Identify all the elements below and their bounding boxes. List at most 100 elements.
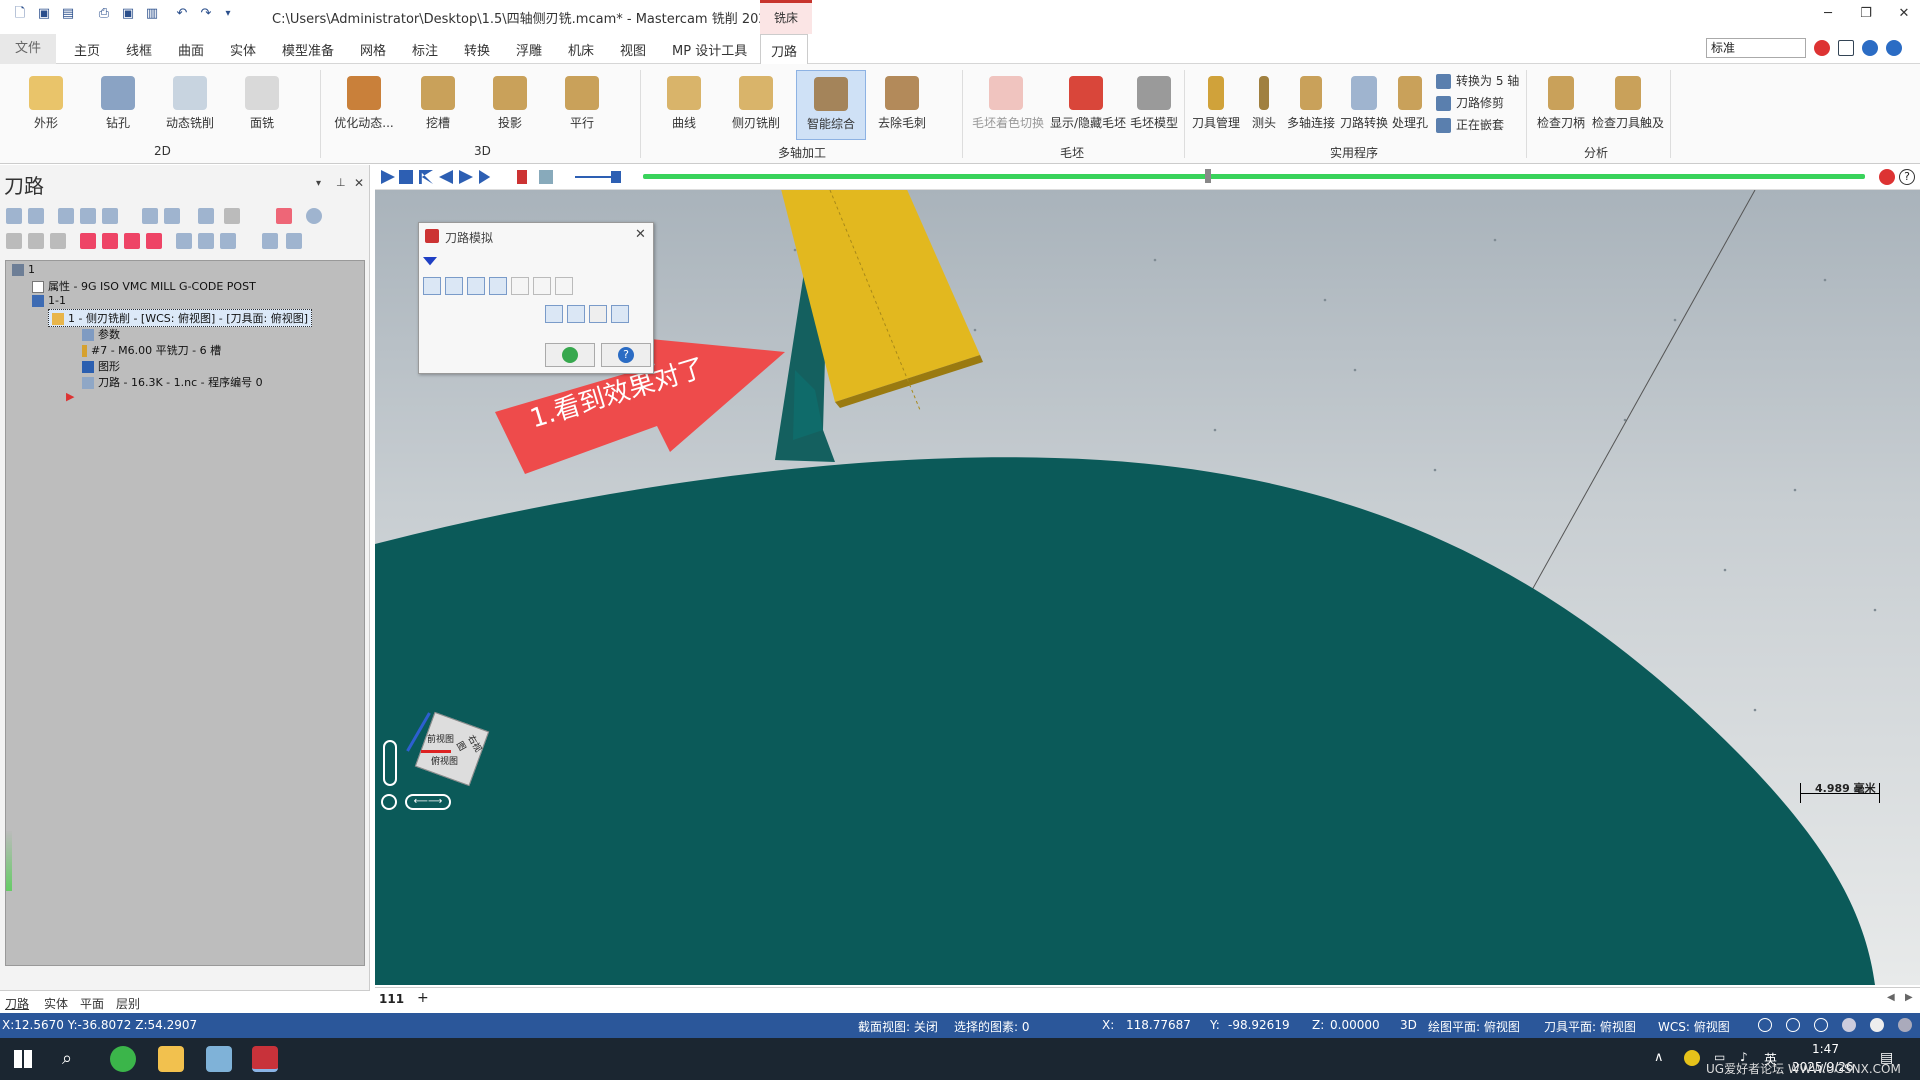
save-as-icon[interactable]: ▣: [120, 6, 136, 22]
verify-icon[interactable]: [164, 208, 180, 224]
search-combobox[interactable]: 标准: [1706, 38, 1806, 58]
stock-model-button[interactable]: 毛坯模型: [1122, 70, 1186, 140]
draw-plane-status[interactable]: 绘图平面: 俯视图: [1428, 1018, 1520, 1035]
panel-menu-icon[interactable]: ▾: [316, 178, 321, 189]
tab-levels-manager[interactable]: 层别: [116, 995, 140, 1012]
show-all-icon[interactable]: [198, 233, 214, 249]
g1-icon[interactable]: [224, 208, 240, 224]
open-icon[interactable]: ▤: [60, 6, 76, 22]
tab-model-prep[interactable]: 模型准备: [282, 40, 334, 59]
toggle-stock-button[interactable]: 显示/隐藏毛坯: [1050, 70, 1126, 140]
search-icon[interactable]: ⌕: [62, 1048, 72, 1069]
tab-solids-manager[interactable]: 实体: [44, 995, 68, 1012]
move-down-icon[interactable]: [80, 233, 96, 249]
check-holder-button[interactable]: 检查刀柄: [1532, 70, 1590, 140]
mastercam-logo-icon[interactable]: [1814, 40, 1830, 56]
save-geometry-icon[interactable]: [611, 305, 629, 323]
parallel-button[interactable]: 平行: [550, 70, 614, 140]
wireframe-globe-icon[interactable]: [1786, 1018, 1800, 1032]
swarf-button[interactable]: 侧刃铣削: [724, 70, 788, 140]
sim-help-icon[interactable]: ?: [1899, 169, 1915, 185]
globe-icon[interactable]: [1758, 1018, 1772, 1032]
feedback-icon[interactable]: [1838, 40, 1854, 56]
panel-help-icon[interactable]: [306, 208, 322, 224]
ok-button[interactable]: [545, 343, 595, 367]
add-sheet-icon[interactable]: +: [417, 990, 429, 1006]
deburr-button[interactable]: 去除毛刺: [870, 70, 934, 140]
tool-plane-status[interactable]: 刀具平面: 俯视图: [1544, 1018, 1636, 1035]
tab-machine[interactable]: 机床: [568, 40, 594, 59]
progress-marker[interactable]: [1205, 169, 1211, 183]
go-end-icon[interactable]: [479, 170, 491, 184]
dynamic-mill-button[interactable]: 动态铣削: [158, 70, 222, 140]
machine-sim-icon[interactable]: [262, 233, 278, 249]
pocket-button[interactable]: 挖槽: [406, 70, 470, 140]
drill-button[interactable]: 钻孔: [86, 70, 150, 140]
speed-slider[interactable]: [611, 171, 621, 183]
windows-start-icon[interactable]: [14, 1050, 32, 1068]
restore-icon[interactable]: ❐: [1856, 6, 1876, 24]
simulate-icon[interactable]: [198, 208, 214, 224]
notification-icon[interactable]: ▤: [1880, 1050, 1893, 1066]
tree-scrollbar[interactable]: [6, 831, 12, 891]
tree-operation-1[interactable]: 1 - 侧刃铣削 - [WCS: 俯视图] - [刀具面: 俯视图]: [48, 309, 312, 327]
mastercam-taskbar-icon[interactable]: [252, 1046, 278, 1072]
info-toggle-icon[interactable]: [555, 277, 573, 295]
show-selected-icon[interactable]: [176, 233, 192, 249]
tree-properties[interactable]: 属性 - 9G ISO VMC MILL G-CODE POST: [32, 278, 256, 294]
stock-shading-button[interactable]: 毛坯着色切换: [972, 70, 1044, 140]
screenshot-icon[interactable]: [589, 305, 607, 323]
scroll-left-icon[interactable]: ◀: [1887, 992, 1895, 1003]
tab-solid[interactable]: 实体: [230, 40, 256, 59]
tab-relief[interactable]: 浮雕: [516, 40, 542, 59]
operations-tree[interactable]: 1 属性 - 9G ISO VMC MILL G-CODE POST 1-1 1…: [5, 260, 365, 966]
toolpath-transform-button[interactable]: 刀路转换: [1336, 70, 1392, 140]
collapse-icon[interactable]: [423, 257, 437, 266]
view-cube-bottom[interactable]: 俯视图: [431, 754, 458, 767]
configure-icon[interactable]: [545, 305, 563, 323]
clock-time[interactable]: 1:47: [1812, 1042, 1839, 1056]
step-forward-icon[interactable]: [459, 170, 473, 184]
toolpath-display-icon[interactable]: [567, 305, 585, 323]
lock-icon[interactable]: [6, 233, 22, 249]
toggle-display-icon[interactable]: [28, 233, 44, 249]
tab-mesh[interactable]: 网格: [360, 40, 386, 59]
view-cube-front[interactable]: 前视图: [427, 732, 454, 745]
scroll-right-icon[interactable]: ▶: [1905, 992, 1913, 1003]
tool-manager-button[interactable]: 刀具管理: [1186, 70, 1246, 140]
file-explorer-icon[interactable]: [158, 1046, 184, 1072]
optirough-button[interactable]: 优化动态...: [332, 70, 396, 140]
dialog-close-icon[interactable]: ✕: [635, 227, 646, 242]
properties-icon[interactable]: ▥: [144, 6, 160, 22]
tab-planes-manager[interactable]: 平面: [80, 995, 104, 1012]
trim-toolpath-button[interactable]: 刀路修剪: [1436, 94, 1504, 114]
dirty-options-icon[interactable]: [102, 208, 118, 224]
print-icon[interactable]: ⎙: [96, 6, 112, 22]
undo-icon[interactable]: ↶: [174, 6, 190, 22]
tree-toolpath-group[interactable]: 1-1: [32, 294, 66, 307]
help-icon[interactable]: [1886, 40, 1902, 56]
tab-mp-design[interactable]: MP 设计工具: [672, 40, 747, 59]
tree-machine-group[interactable]: 1: [12, 263, 35, 276]
pan-slider[interactable]: ⟵⟶: [405, 794, 451, 810]
viewport-sheet-tab[interactable]: 111: [379, 992, 404, 1006]
check-tool-reach-button[interactable]: 检查刀具触及: [1588, 70, 1668, 140]
zoom-slider[interactable]: [383, 740, 397, 786]
multiaxis-link-button[interactable]: 多轴连接: [1282, 70, 1340, 140]
tree-tool[interactable]: #7 - M6.00 平铣刀 - 6 槽: [82, 342, 221, 358]
wcs-status[interactable]: WCS: 俯视图: [1658, 1018, 1730, 1035]
minimize-icon[interactable]: ─: [1818, 6, 1838, 24]
tree-toolpath-data[interactable]: 刀路 - 16.3K - 1.nc - 程序编号 0: [82, 374, 263, 390]
unified-button[interactable]: 智能综合: [796, 70, 866, 140]
convert-5axis-button[interactable]: 转换为 5 轴: [1436, 72, 1519, 92]
tray-expand-icon[interactable]: ∧: [1654, 1050, 1664, 1065]
shaded-globe-icon[interactable]: [1814, 1018, 1828, 1032]
panel-close-icon[interactable]: ✕: [354, 176, 364, 190]
regenerate-icon[interactable]: [58, 208, 74, 224]
warning-icon[interactable]: [1879, 169, 1895, 185]
mode-3d-toggle[interactable]: 3D: [1400, 1018, 1417, 1032]
select-all-icon[interactable]: [6, 208, 22, 224]
translucency-icon[interactable]: [1898, 1018, 1912, 1032]
help-button[interactable]: ?: [601, 343, 651, 367]
speed-track[interactable]: [575, 176, 615, 178]
